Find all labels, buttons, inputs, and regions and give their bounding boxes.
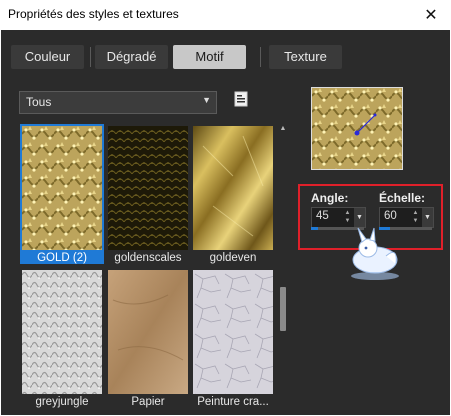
title-bar: Propriétés des styles et textures ✕ (0, 0, 451, 30)
scrollbar-thumb[interactable] (280, 287, 286, 331)
pattern-label: goldeven (209, 252, 257, 264)
close-icon[interactable]: ✕ (411, 0, 451, 30)
chevron-down-icon[interactable]: ▼ (354, 208, 365, 227)
tab-texture[interactable]: Texture (269, 45, 342, 69)
angle-label: Angle: (311, 191, 349, 205)
gallery-scrollbar[interactable]: ▲ (278, 124, 288, 415)
pattern-thumbnail (108, 126, 188, 250)
pattern-preview (311, 87, 403, 170)
spinner-arrows-icon[interactable]: ▲ ▼ (343, 209, 352, 226)
tab-divider (90, 47, 91, 67)
pattern-tile-papier[interactable]: Papier (108, 270, 188, 410)
window-title: Propriétés des styles et textures (8, 7, 179, 21)
tab-degrade[interactable]: Dégradé (95, 45, 168, 69)
tab-divider (260, 47, 261, 67)
pattern-label: Papier (131, 396, 165, 408)
pattern-tile-gold[interactable]: GOLD (2) (20, 124, 104, 266)
pattern-thumbnail (108, 270, 188, 394)
pattern-tile-goldeven[interactable]: goldeven (193, 126, 273, 266)
dialog-body: Couleur Dégradé Motif Texture Tous ▼ GOL… (1, 30, 450, 415)
category-dropdown-value: Tous (26, 95, 52, 109)
pattern-thumbnail (20, 124, 104, 252)
pattern-thumbnail (22, 270, 102, 394)
pattern-label: greyjungle (35, 396, 89, 408)
pattern-label: goldenscales (114, 252, 182, 264)
watermark-mascot-image (346, 226, 404, 284)
scale-spinbox[interactable]: 60 ▲ ▼ ▼ (379, 207, 434, 228)
pattern-thumbnail (193, 270, 273, 394)
angle-spinbox[interactable]: 45 ▲ ▼ ▼ (311, 207, 366, 228)
pattern-tile-greyjungle[interactable]: greyjungle (22, 270, 102, 410)
chevron-down-icon: ▼ (202, 95, 211, 105)
chevron-down-icon[interactable]: ▼ (422, 208, 433, 227)
scale-value: 60 (384, 210, 397, 222)
tab-couleur[interactable]: Couleur (11, 45, 84, 69)
pattern-gallery: GOLD (2) goldenscales goldeven greyjungl… (19, 124, 288, 415)
angle-value: 45 (316, 210, 329, 222)
spinner-arrows-icon[interactable]: ▲ ▼ (411, 209, 420, 226)
pattern-thumbnail (193, 126, 273, 250)
pattern-tile-peinture-craquelee[interactable]: Peinture cra... (193, 270, 273, 410)
pattern-label: GOLD (2) (20, 252, 104, 264)
scale-label: Échelle: (379, 191, 426, 205)
scroll-up-icon[interactable]: ▲ (278, 124, 288, 134)
angle-slider-fill (311, 227, 318, 230)
pattern-label: Peinture cra... (197, 396, 269, 408)
pattern-browse-icon[interactable] (233, 91, 249, 107)
category-dropdown[interactable]: Tous ▼ (19, 91, 217, 114)
pattern-tile-goldenscales[interactable]: goldenscales (108, 126, 188, 266)
tab-motif[interactable]: Motif (173, 45, 246, 69)
